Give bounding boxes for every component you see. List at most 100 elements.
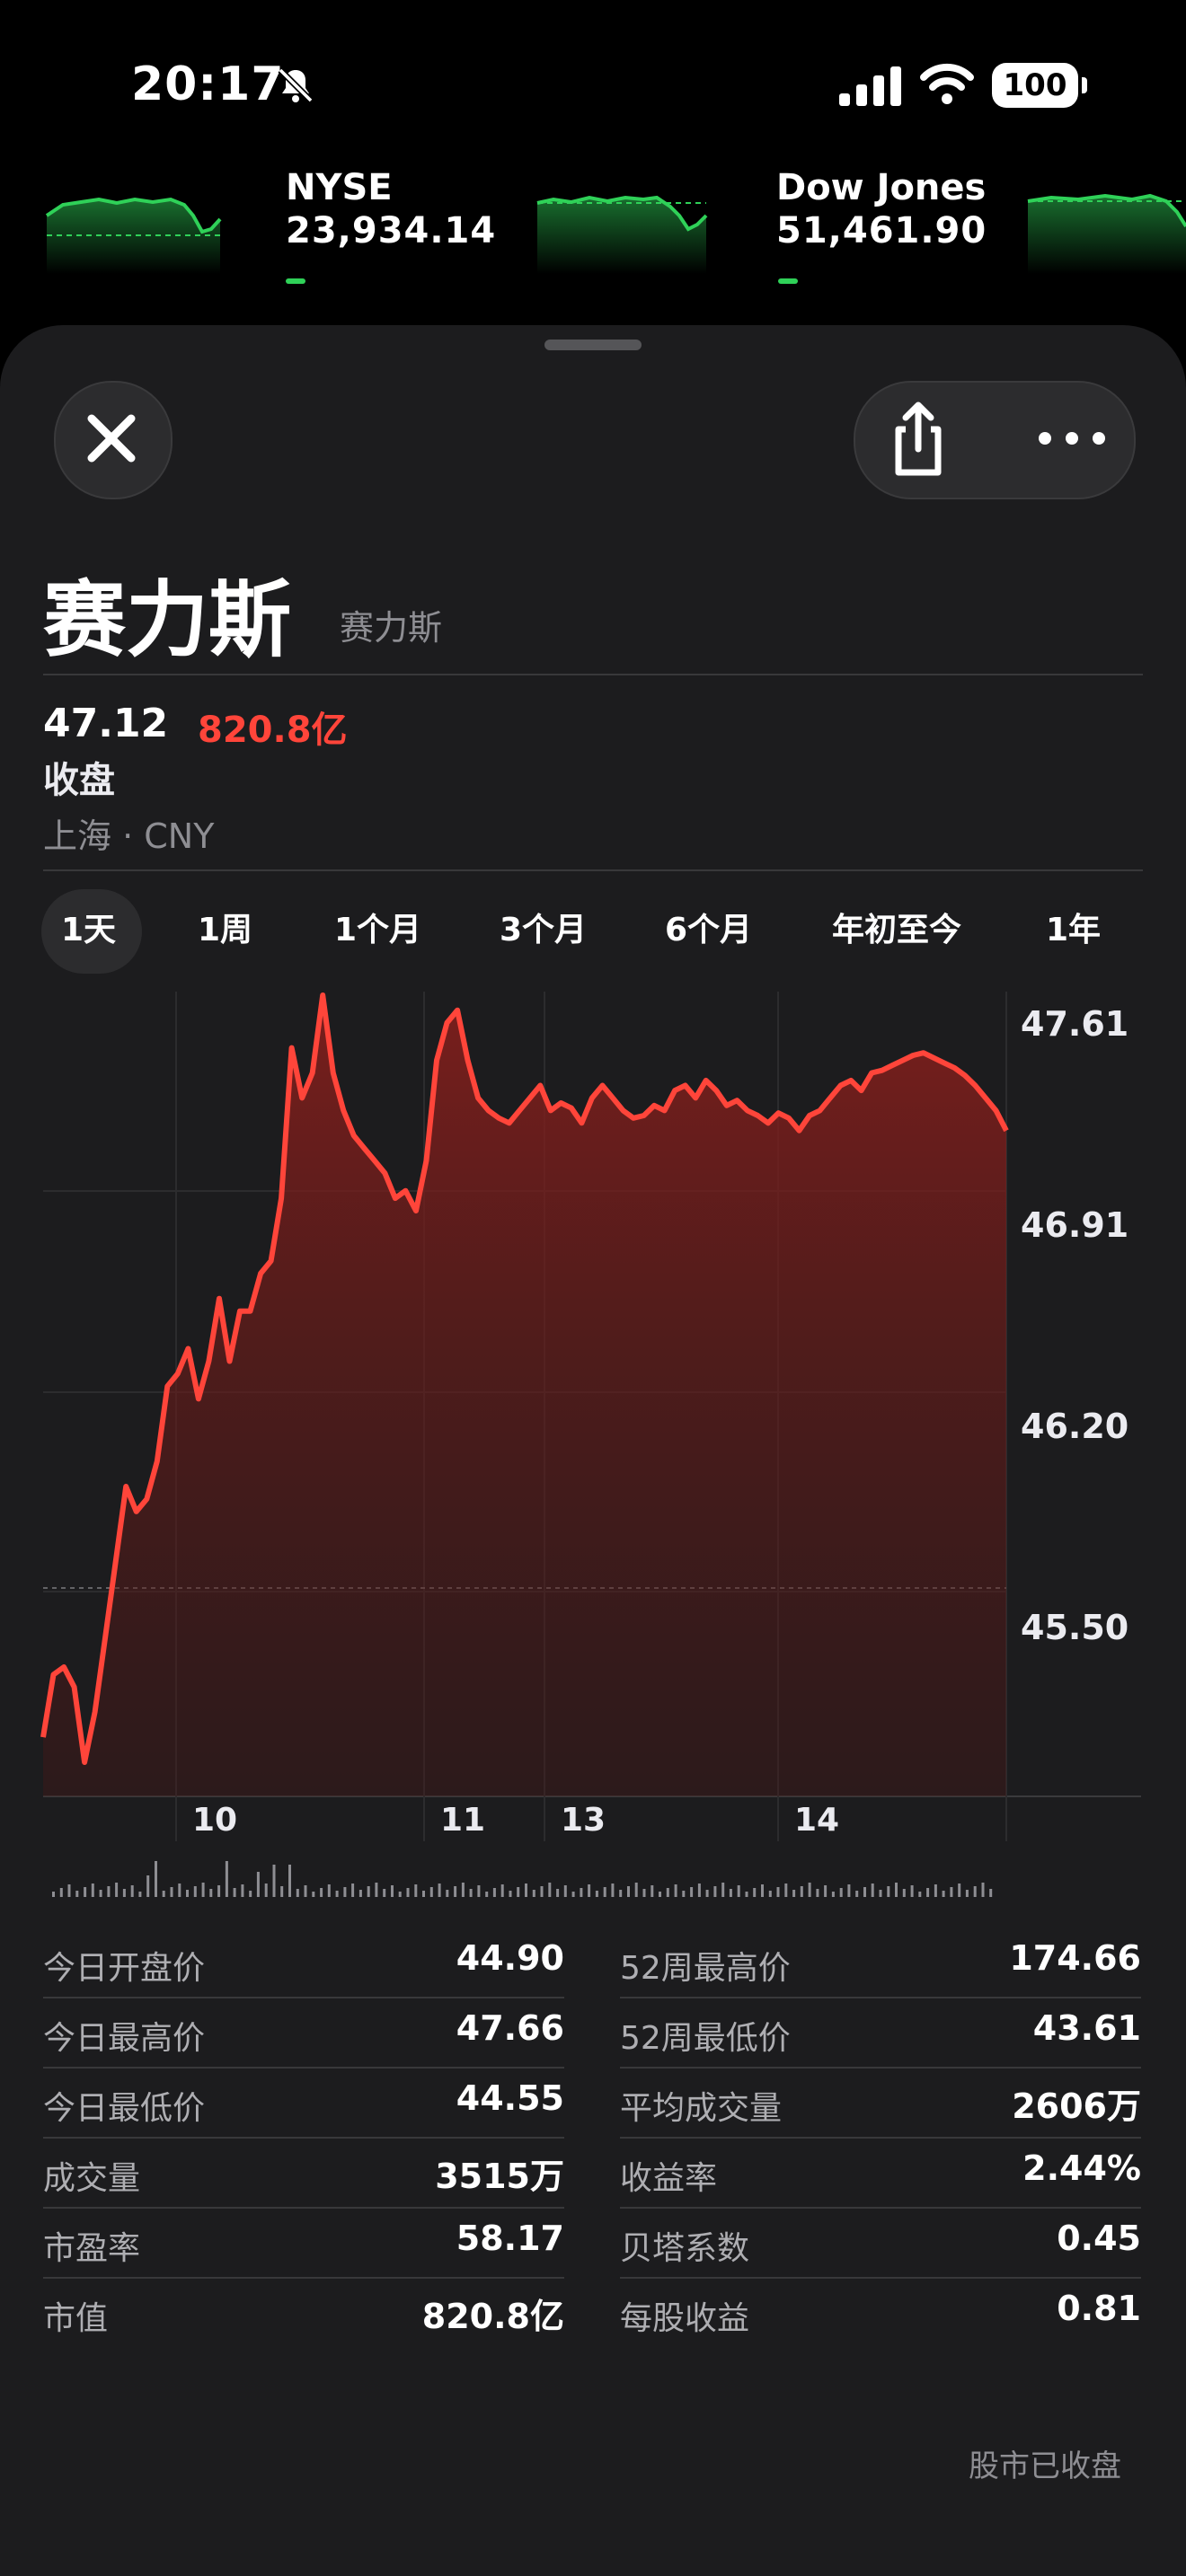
- volume-bar: [485, 1892, 489, 1897]
- volume-bar: [91, 1883, 94, 1897]
- stat-value: 174.66: [1009, 1938, 1141, 1978]
- close-button[interactable]: [54, 381, 173, 499]
- volume-bar: [729, 1889, 732, 1897]
- tab-1d[interactable]: 1天: [61, 907, 116, 954]
- sheet-grabber[interactable]: [544, 340, 642, 350]
- volume-bar: [320, 1888, 323, 1897]
- volume-bar: [659, 1892, 661, 1897]
- volume-bar: [438, 1883, 441, 1897]
- ticker-sparkline-nyse: [536, 195, 708, 274]
- tab-1m[interactable]: 1个月: [334, 907, 421, 954]
- volume-bar: [225, 1861, 228, 1897]
- volume-bar: [910, 1885, 914, 1897]
- volume-bar: [241, 1884, 244, 1897]
- stat-label: 今日开盘价: [43, 1950, 206, 1987]
- stat-label: 52周最高价: [620, 1950, 791, 1987]
- volume-bar: [682, 1891, 686, 1897]
- stat-label: 收益率: [620, 2160, 718, 2197]
- volume-bar: [588, 1884, 591, 1897]
- volume-bar: [634, 1883, 638, 1897]
- tab-1w[interactable]: 1周: [198, 907, 252, 954]
- volume-bar: [532, 1890, 535, 1897]
- stat-value: 44.55: [456, 2078, 564, 2118]
- volume-bar: [186, 1890, 189, 1897]
- volume-bar: [603, 1887, 606, 1897]
- volume-bar: [422, 1891, 425, 1897]
- volume-bar: [839, 1888, 843, 1897]
- ticker-name-nyse[interactable]: NYSE: [286, 167, 393, 208]
- volume-bar: [280, 1886, 284, 1897]
- volume-bar: [918, 1892, 922, 1897]
- ticker-name-dow[interactable]: Dow Jones: [776, 167, 986, 208]
- volume-bar: [256, 1872, 260, 1897]
- stat-label: 贝塔系数: [620, 2230, 750, 2267]
- stat-divider: [620, 2067, 1141, 2069]
- ticker-value-dow: 51,461.90: [776, 210, 987, 251]
- volume-bar: [595, 1891, 598, 1897]
- market-closed-status: 股市已收盘: [969, 2448, 1121, 2484]
- tab-ytd[interactable]: 年初至今: [832, 907, 961, 954]
- volume-bar: [122, 1889, 126, 1897]
- volume-bar: [792, 1890, 796, 1897]
- volume-bar: [383, 1889, 386, 1897]
- wifi-icon: [920, 63, 974, 104]
- divider: [43, 674, 1143, 675]
- stat-divider: [43, 2207, 564, 2209]
- tab-6m[interactable]: 6个月: [665, 907, 752, 954]
- volume-bar: [209, 1889, 213, 1897]
- bell-slash-icon: [278, 67, 314, 103]
- volume-bar: [556, 1889, 560, 1897]
- volume-bar: [697, 1883, 701, 1897]
- volume-bar: [808, 1883, 811, 1897]
- volume-bar: [674, 1884, 677, 1897]
- stat-divider: [620, 1997, 1141, 1998]
- stat-divider: [43, 2067, 564, 2069]
- volume-bar: [761, 1884, 764, 1897]
- divider: [43, 869, 1143, 871]
- volume-bar: [934, 1884, 937, 1897]
- more-icon[interactable]: [1031, 420, 1112, 456]
- stock-subtitle: 赛力斯: [340, 608, 443, 648]
- volume-bar: [146, 1875, 150, 1897]
- share-icon[interactable]: [873, 393, 963, 483]
- volume-bar: [414, 1884, 418, 1897]
- volume-bar: [249, 1891, 252, 1897]
- volume-bar: [705, 1890, 709, 1897]
- x-tick-label: 14: [794, 1802, 840, 1839]
- stat-value: 44.90: [456, 1938, 564, 1978]
- volume-bar: [879, 1890, 882, 1897]
- market-status: 收盘: [43, 760, 115, 801]
- stat-divider: [43, 1997, 564, 1998]
- volume-bar: [816, 1889, 819, 1897]
- volume-bar: [67, 1884, 71, 1897]
- volume-bar: [863, 1887, 866, 1897]
- volume-bar: [942, 1891, 945, 1897]
- volume-bars: [52, 1861, 993, 1897]
- ticker-change-dow: [778, 278, 798, 284]
- stat-value: 3515万: [435, 2157, 564, 2196]
- volume-bar: [642, 1889, 646, 1897]
- volume-bar: [611, 1883, 615, 1897]
- tab-1y[interactable]: 1年: [1046, 907, 1101, 954]
- stat-label: 成交量: [43, 2160, 141, 2197]
- volume-bar: [429, 1887, 433, 1897]
- volume-bar: [99, 1890, 102, 1897]
- stat-value: 0.45: [1057, 2219, 1141, 2258]
- volume-bar: [540, 1886, 544, 1897]
- stat-value: 0.81: [1057, 2289, 1141, 2328]
- volume-bar: [768, 1891, 772, 1897]
- volume-bar: [627, 1886, 630, 1897]
- volume-bar: [926, 1888, 930, 1897]
- volume-bar: [950, 1887, 953, 1897]
- volume-bar: [296, 1889, 299, 1897]
- status-time: 20:17: [131, 57, 285, 111]
- battery-indicator: 100: [992, 63, 1087, 108]
- volume-bar: [398, 1892, 402, 1897]
- stat-divider: [620, 2277, 1141, 2279]
- tab-3m[interactable]: 3个月: [500, 907, 587, 954]
- price-chart[interactable]: [0, 979, 1186, 1913]
- stat-label: 市值: [43, 2300, 109, 2337]
- volume-bar: [461, 1883, 465, 1897]
- stat-divider: [43, 2137, 564, 2139]
- volume-bar: [619, 1890, 623, 1897]
